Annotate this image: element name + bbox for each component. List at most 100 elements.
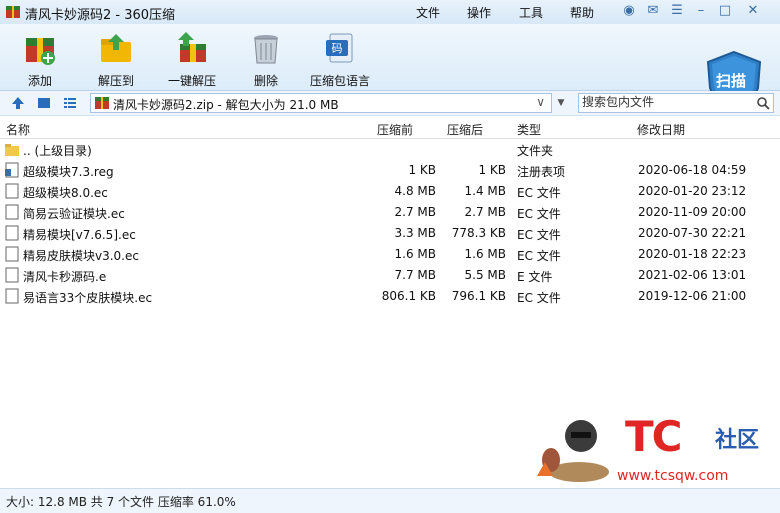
add-label: 添加 — [27, 74, 52, 88]
file-name: 超级模块7.3.reg — [23, 165, 114, 179]
column-size-before[interactable]: 压缩前 — [377, 121, 413, 138]
file-type: EC 文件 — [517, 249, 561, 263]
zip-icon — [95, 97, 109, 109]
watermark-brand: TC — [625, 412, 683, 461]
menu-file[interactable]: 文件 — [416, 4, 440, 21]
title-bar: 清风卡妙源码2 - 360压缩 文件 操作 工具 帮助 ◉ ✉ ☰ – □ ✕ — [0, 0, 780, 24]
file-size-before: 3.3 MB — [394, 226, 436, 240]
file-icon — [5, 183, 19, 199]
parent-directory-row[interactable]: .. (上级目录) 文件夹 — [0, 139, 780, 160]
menu-operation[interactable]: 操作 — [467, 4, 491, 21]
file-type: 文件夹 — [517, 144, 554, 158]
list-view-icon[interactable] — [62, 95, 78, 111]
file-name: 精易皮肤模块v3.0.ec — [23, 249, 139, 263]
trash-icon — [254, 35, 278, 64]
skin-icon[interactable]: ◉ — [620, 3, 638, 19]
column-name[interactable]: 名称 — [6, 121, 30, 138]
file-size-before: 806.1 KB — [381, 289, 436, 303]
file-date: 2020-07-30 22:21 — [638, 226, 747, 240]
extract-to-label: 解压到 — [97, 74, 134, 88]
scan-label: 扫描 — [716, 72, 747, 90]
file-type: 注册表项 — [517, 165, 566, 179]
file-date: 2020-11-09 20:00 — [638, 205, 747, 219]
file-list-header: 名称 压缩前 压缩后 类型 修改日期 — [0, 118, 780, 139]
extract-to-button[interactable]: 解压到 — [84, 28, 148, 88]
status-text: 大小: 12.8 MB 共 7 个文件 压缩率 61.0% — [6, 495, 236, 509]
column-type[interactable]: 类型 — [517, 121, 541, 138]
file-name: 精易模块[v7.6.5].ec — [23, 228, 136, 242]
delete-label: 删除 — [253, 74, 278, 88]
search-icon[interactable] — [756, 96, 770, 110]
file-date: 2019-12-06 21:00 — [638, 289, 747, 303]
address-bar: 清风卡妙源码2.zip - 解包大小为 21.0 MB ∨ ▼ — [0, 91, 780, 116]
file-size-before: 2.7 MB — [394, 205, 436, 219]
file-type: EC 文件 — [517, 186, 561, 200]
file-type: E 文件 — [517, 270, 553, 284]
file-name: .. (上级目录) — [23, 144, 92, 158]
file-date: 2020-01-20 23:12 — [638, 184, 747, 198]
file-size-after: 5.5 MB — [464, 268, 506, 282]
minimize-button[interactable]: – — [692, 3, 710, 19]
column-modified[interactable]: 修改日期 — [637, 121, 685, 138]
file-icon — [5, 288, 19, 304]
watermark: TC 社区 www.tcsqw.com — [525, 404, 780, 488]
one-click-extract-icon — [178, 32, 206, 62]
menu-help[interactable]: 帮助 — [570, 4, 594, 21]
file-date: 2020-01-18 22:23 — [638, 247, 747, 261]
folder-icon — [5, 144, 19, 156]
window-title: 清风卡妙源码2 - 360压缩 — [25, 8, 176, 23]
path-box[interactable]: 清风卡妙源码2.zip - 解包大小为 21.0 MB ∨ — [90, 93, 552, 113]
watermark-url: www.tcsqw.com — [617, 468, 729, 484]
file-row[interactable]: 超级模块8.0.ec 4.8 MB 1.4 MB EC 文件 2020-01-2… — [0, 181, 780, 202]
search-input[interactable] — [582, 95, 750, 109]
one-click-extract-button[interactable]: 一键解压 — [160, 28, 224, 88]
svg-text:码: 码 — [332, 42, 343, 55]
column-size-after[interactable]: 压缩后 — [447, 121, 483, 138]
file-icon — [5, 267, 19, 283]
file-type: EC 文件 — [517, 228, 561, 242]
file-row[interactable]: 精易皮肤模块v3.0.ec 1.6 MB 1.6 MB EC 文件 2020-0… — [0, 244, 780, 265]
file-name: 超级模块8.0.ec — [23, 186, 108, 200]
watermark-suffix: 社区 — [715, 428, 760, 453]
file-size-before: 1 KB — [408, 163, 436, 177]
file-size-after: 1.4 MB — [464, 184, 506, 198]
toolbar: 添加 解压到 一键解压 删除 码 压缩包语言 扫描 — [0, 24, 780, 112]
file-row[interactable]: 易语言33个皮肤模块.ec 806.1 KB 796.1 KB EC 文件 20… — [0, 286, 780, 307]
large-icons-view-icon[interactable] — [36, 95, 52, 111]
file-date: 2020-06-18 04:59 — [638, 163, 747, 177]
file-icon — [5, 246, 19, 262]
path-text: 清风卡妙源码2.zip - 解包大小为 21.0 MB — [113, 98, 339, 112]
file-name: 清风卡秒源码.e — [23, 270, 107, 284]
mascot-icon — [537, 420, 609, 482]
code-file-icon: 码 — [326, 33, 353, 63]
file-size-after: 1.6 MB — [464, 247, 506, 261]
delete-button[interactable]: 删除 — [234, 28, 298, 88]
message-icon[interactable]: ✉ — [644, 3, 662, 19]
compress-language-label: 压缩包语言 — [309, 74, 370, 88]
chevron-down-icon[interactable]: ∨ — [536, 95, 545, 109]
compress-language-button[interactable]: 码 压缩包语言 — [308, 28, 372, 88]
extract-folder-icon — [101, 34, 131, 62]
maximize-button[interactable]: □ — [716, 3, 734, 19]
add-icon — [26, 38, 55, 65]
close-button[interactable]: ✕ — [744, 3, 762, 19]
file-row[interactable]: 精易模块[v7.6.5].ec 3.3 MB 778.3 KB EC 文件 20… — [0, 223, 780, 244]
file-name: 简易云验证模块.ec — [23, 207, 125, 221]
menu-tools[interactable]: 工具 — [519, 4, 543, 21]
file-row[interactable]: 简易云验证模块.ec 2.7 MB 2.7 MB EC 文件 2020-11-0… — [0, 202, 780, 223]
file-size-before: 7.7 MB — [394, 268, 436, 282]
menu-icon[interactable]: ☰ — [668, 3, 686, 19]
file-row[interactable]: 超级模块7.3.reg 1 KB 1 KB 注册表项 2020-06-18 04… — [0, 160, 780, 181]
file-row[interactable]: 清风卡秒源码.e 7.7 MB 5.5 MB E 文件 2021-02-06 1… — [0, 265, 780, 286]
up-arrow-icon[interactable] — [10, 95, 26, 111]
file-icon — [5, 204, 19, 220]
file-name: 易语言33个皮肤模块.ec — [23, 291, 153, 305]
file-date: 2021-02-06 13:01 — [638, 268, 747, 282]
add-button[interactable]: 添加 — [8, 28, 72, 88]
path-dropdown-icon[interactable]: ▼ — [553, 94, 569, 112]
file-size-after: 778.3 KB — [451, 226, 506, 240]
file-size-after: 2.7 MB — [464, 205, 506, 219]
file-size-after: 1 KB — [478, 163, 506, 177]
search-box — [578, 93, 774, 113]
file-type: EC 文件 — [517, 207, 561, 221]
